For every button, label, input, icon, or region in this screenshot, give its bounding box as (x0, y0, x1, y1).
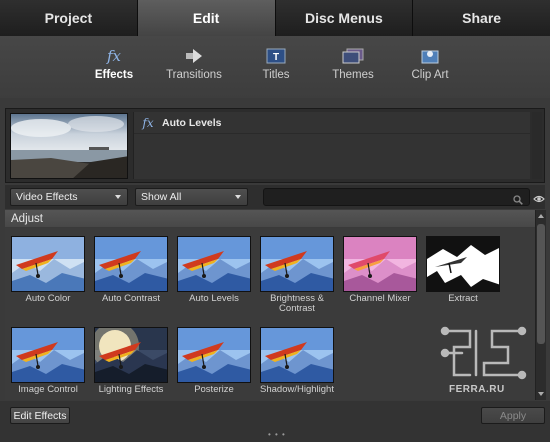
fx-icon: fx (106, 47, 121, 65)
svg-text:T: T (273, 52, 279, 63)
effect-label: Auto Contrast (101, 293, 161, 304)
effect-thumbnail (260, 236, 334, 292)
category-header[interactable]: Adjust (5, 210, 535, 227)
scrollbar-thumb[interactable] (537, 224, 545, 344)
show-dropdown-value: Show All (141, 191, 182, 203)
effect-thumbnail (426, 236, 500, 292)
scroll-down-icon[interactable] (538, 392, 544, 396)
fx-icon: fx (142, 115, 154, 130)
preview-scrollbar[interactable] (532, 112, 542, 179)
clip-thumbnail (10, 113, 128, 179)
effect-label: Image Control (18, 384, 78, 395)
transitions-icon (185, 46, 203, 66)
tab-share[interactable]: Share (413, 0, 550, 36)
subnav-effects[interactable]: fx Effects (80, 36, 148, 98)
applied-effects-panel: fx Auto Levels (5, 108, 545, 183)
effect-label: Auto Levels (189, 293, 239, 304)
apply-button[interactable]: Apply (481, 407, 545, 424)
effects-scrollbar[interactable] (535, 210, 546, 400)
watermark-text: FERRA.RU (449, 384, 505, 395)
effect-label: Channel Mixer (349, 293, 411, 304)
eye-icon[interactable] (533, 191, 545, 209)
applied-effects-list: fx Auto Levels (133, 112, 530, 179)
subnav-transitions[interactable]: Transitions (148, 36, 240, 98)
applied-effect-name: Auto Levels (162, 116, 222, 129)
effect-thumbnail (343, 236, 417, 292)
subnav-clip-art[interactable]: Clip Art (394, 36, 466, 98)
effect-thumbnail (177, 327, 251, 383)
tab-project[interactable]: Project (0, 0, 138, 36)
titles-icon: T (266, 46, 286, 66)
bottom-bar: Edit Effects Apply • • • (0, 401, 550, 442)
category-header-label: Adjust (11, 212, 43, 225)
category-dropdown[interactable]: Video Effects (10, 188, 128, 206)
effect-tile[interactable]: Brightness & Contrast (257, 236, 337, 314)
tab-edit[interactable]: Edit (137, 0, 276, 36)
clip-art-icon (420, 46, 440, 66)
effect-thumbnail (94, 236, 168, 292)
ferra-logo (440, 325, 528, 393)
effect-label: Brightness & Contrast (270, 293, 324, 314)
chevron-down-icon (235, 195, 241, 199)
effect-tile[interactable]: Auto Levels (174, 236, 254, 304)
applied-effect-row[interactable]: fx Auto Levels (134, 112, 530, 134)
effect-thumbnail (94, 327, 168, 383)
effect-label: Auto Color (25, 293, 71, 304)
edit-subnav: fx Effects Transitions T Titles Themes C… (0, 36, 550, 98)
effect-tile[interactable]: Posterize (174, 327, 254, 395)
effect-thumbnail (11, 236, 85, 292)
chevron-down-icon (115, 195, 121, 199)
effect-tile[interactable]: Image Control (8, 327, 88, 395)
scroll-up-icon[interactable] (538, 214, 544, 218)
effect-tile[interactable]: Extract (423, 236, 503, 304)
subnav-label: Themes (332, 69, 374, 81)
subnav-titles[interactable]: T Titles (240, 36, 312, 98)
search-input[interactable] (263, 188, 530, 206)
edit-effects-button[interactable]: Edit Effects (10, 407, 70, 424)
subnav-label: Transitions (166, 69, 222, 81)
resize-grip-icon[interactable]: • • • (268, 430, 286, 439)
subnav-themes[interactable]: Themes (312, 36, 394, 98)
themes-icon (342, 46, 364, 66)
effect-label: Shadow/Highlight (260, 384, 334, 395)
effect-tile[interactable]: Shadow/Highlight (257, 327, 337, 395)
search-icon (513, 192, 523, 210)
effect-tile[interactable]: Auto Contrast (91, 236, 171, 304)
effect-label: Lighting Effects (98, 384, 164, 395)
show-dropdown[interactable]: Show All (135, 188, 248, 206)
effect-thumbnail (11, 327, 85, 383)
effect-tile[interactable]: Channel Mixer (340, 236, 420, 304)
subnav-label: Effects (94, 69, 134, 81)
effect-thumbnail (177, 236, 251, 292)
effect-label: Extract (448, 293, 478, 304)
effect-label: Posterize (194, 384, 234, 395)
effect-thumbnail (260, 327, 334, 383)
category-dropdown-value: Video Effects (16, 191, 78, 203)
filter-bar: Video Effects Show All (5, 185, 545, 209)
subnav-label: Clip Art (411, 69, 449, 81)
main-tabs: Project Edit Disc Menus Share (0, 0, 550, 36)
effect-tile[interactable]: Lighting Effects (91, 327, 171, 395)
subnav-label: Titles (262, 69, 290, 81)
effect-tile[interactable]: Auto Color (8, 236, 88, 304)
tab-disc-menus[interactable]: Disc Menus (275, 0, 414, 36)
